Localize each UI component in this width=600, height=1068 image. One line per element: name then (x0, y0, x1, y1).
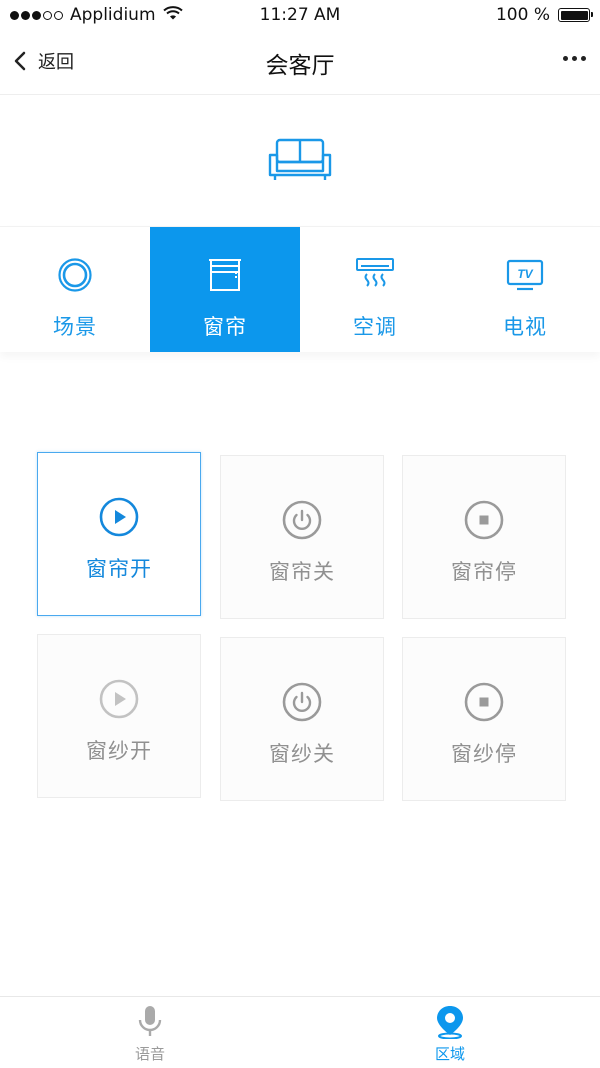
curtain-open-button[interactable]: 窗帘开 (37, 452, 201, 616)
tab-tv[interactable]: TV 电视 (450, 227, 600, 352)
play-icon (99, 497, 139, 537)
control-label: 窗纱停 (451, 742, 517, 766)
status-bar: Applidium 11:27 AM 100 % (0, 0, 600, 30)
sheer-close-button[interactable]: 窗纱关 (220, 637, 384, 801)
scene-ring-icon (57, 257, 93, 293)
tab-curtain[interactable]: 窗帘 (150, 227, 300, 352)
tabbar-item-voice[interactable]: 语音 (0, 997, 300, 1068)
nav-bar: 返回 会客厅 (0, 30, 600, 95)
stop-icon (464, 682, 504, 722)
curtain-stop-button[interactable]: 窗帘停 (402, 455, 566, 619)
stop-icon (464, 500, 504, 540)
control-label: 窗帘停 (451, 560, 517, 584)
curtain-icon (207, 257, 243, 293)
sofa-icon (268, 138, 332, 180)
tab-label: 窗帘 (203, 315, 247, 339)
page-title: 会客厅 (265, 53, 335, 79)
room-hero (0, 95, 600, 225)
bottom-tabbar: 语音 区域 (0, 996, 600, 1068)
tab-label: 场景 (53, 315, 97, 339)
tab-label: 空调 (353, 315, 397, 339)
more-dot-icon (563, 56, 568, 61)
microphone-icon (137, 1005, 163, 1037)
power-icon (282, 682, 322, 722)
tab-scene[interactable]: 场景 (0, 227, 150, 352)
tv-icon: TV (506, 257, 544, 293)
control-label: 窗纱开 (86, 739, 152, 763)
sheer-stop-button[interactable]: 窗纱停 (402, 637, 566, 801)
control-label: 窗纱关 (269, 742, 335, 766)
battery-percent: 100 % (495, 5, 550, 25)
category-tabs: 场景 窗帘 空调 TV 电视 (0, 226, 600, 352)
more-dot-icon (581, 56, 586, 61)
status-right: 100 % (495, 5, 593, 25)
tab-air-conditioner[interactable]: 空调 (300, 227, 450, 352)
tabbar-label: 区域 (434, 1045, 465, 1063)
control-label: 窗帘关 (269, 560, 335, 584)
control-label: 窗帘开 (86, 557, 152, 581)
power-icon (282, 500, 322, 540)
more-dot-icon (572, 56, 577, 61)
play-icon (99, 679, 139, 719)
tabbar-item-area[interactable]: 区域 (300, 997, 600, 1068)
air-conditioner-icon (356, 257, 394, 293)
location-pin-icon (434, 1005, 466, 1040)
tv-icon-text: TV (517, 267, 533, 281)
tab-label: 电视 (503, 315, 547, 339)
battery-icon (558, 8, 593, 22)
sheer-open-button[interactable]: 窗纱开 (37, 634, 201, 798)
curtain-close-button[interactable]: 窗帘关 (220, 455, 384, 619)
more-button[interactable] (559, 56, 586, 61)
tabbar-label: 语音 (134, 1045, 165, 1063)
